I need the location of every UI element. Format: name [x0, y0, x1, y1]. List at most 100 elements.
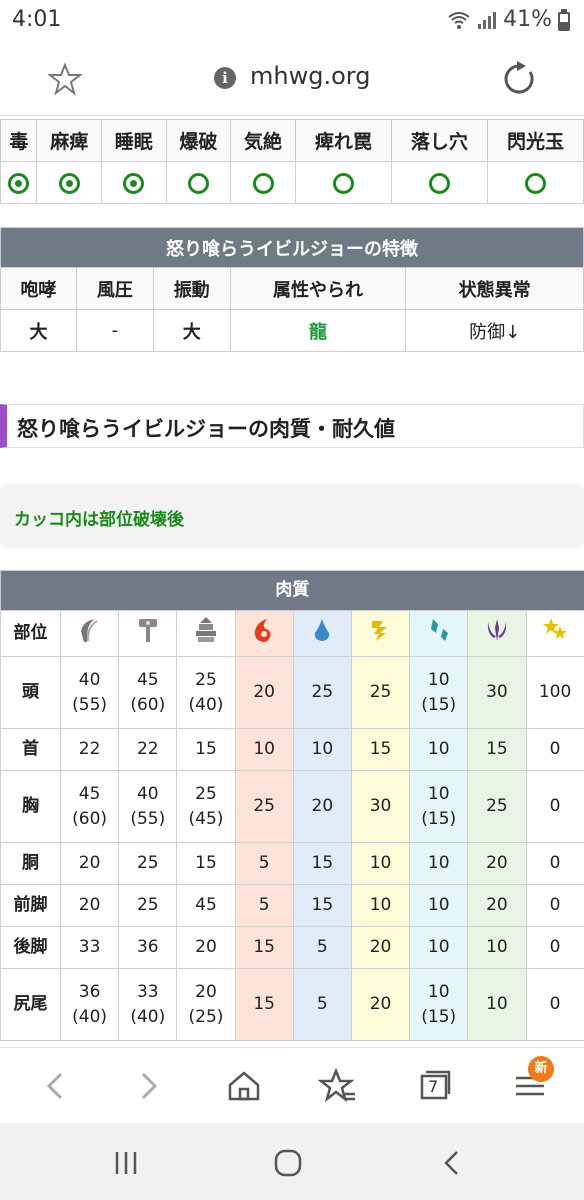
- note-text: カッコ内は部位破壊後: [14, 510, 184, 530]
- hitzone-cell: 0: [525, 770, 584, 843]
- part-name: 前脚: [0, 884, 61, 927]
- hitzone-cell: 30: [350, 770, 411, 843]
- hitzone-value: 25: [369, 682, 392, 702]
- hitzone-cell: 15: [292, 884, 352, 927]
- hitzone-cell: 5: [234, 842, 294, 885]
- hitzone-cell: 40 (55): [59, 656, 120, 729]
- hitzone-cell: 36: [118, 926, 178, 969]
- hitzone-value: 0: [549, 739, 561, 759]
- back-icon[interactable]: [36, 1066, 76, 1106]
- feature-header: 咆哮: [0, 267, 77, 310]
- hitzone-value: 25: [136, 895, 159, 915]
- address-bar: i mhwg.org: [0, 40, 584, 116]
- hitzone-cell: 0: [525, 926, 584, 969]
- hitzone-value: 15: [369, 739, 392, 759]
- hitzone-cell: 10 (15): [409, 770, 469, 843]
- hitzone-cell: 20 (25): [176, 968, 236, 1041]
- hitzone-value: 10: [427, 853, 450, 873]
- hitzone-cell: 20: [234, 656, 294, 729]
- feature-value: 大: [0, 309, 77, 352]
- hitzone-value-broken: (60): [72, 808, 108, 829]
- hitzone-value: 25: [195, 783, 217, 804]
- stun-icon: [543, 617, 568, 639]
- system-nav-bar: [0, 1123, 584, 1200]
- hitzone-cell: 0: [525, 842, 584, 885]
- features-header-row: 咆哮 風圧 振動 属性やられ 状態異常: [0, 267, 584, 310]
- hitzone-cell: 20: [59, 884, 120, 927]
- hitzone-value-broken: (60): [130, 694, 166, 715]
- hitzone-cell: 5: [292, 926, 352, 969]
- hitzone-value: 30: [369, 796, 392, 816]
- hitzone-value: 5: [316, 937, 328, 957]
- hitzone-cell: 20: [467, 842, 527, 885]
- circle-icon: [524, 172, 546, 194]
- hitzone-value-broken: (40): [72, 1006, 108, 1027]
- section-heading: 怒り喰らうイビルジョーの肉質・耐久値: [0, 404, 584, 448]
- hitzone-value: 15: [253, 994, 275, 1014]
- hitzone-value: 25: [253, 796, 275, 816]
- system-back-icon[interactable]: [436, 1147, 468, 1179]
- hitzone-cell: 22: [59, 728, 120, 771]
- home-icon[interactable]: [224, 1066, 264, 1106]
- hitzone-cell: 20: [59, 842, 120, 885]
- hitzone-value: 15: [195, 739, 217, 759]
- hitzone-value: 10: [311, 739, 334, 759]
- recent-apps-icon[interactable]: [110, 1147, 142, 1179]
- hitzone-cell: 40 (55): [118, 770, 178, 843]
- hitzone-cell: 20: [350, 968, 411, 1041]
- table-row: 頭 40 (55) 45 (60) 25 (40) 20 25 25 10 (15) 30 100: [0, 656, 584, 729]
- feature-header: 風圧: [75, 267, 154, 310]
- hitzone-value: 45: [195, 895, 217, 915]
- hitzone-cell: 100: [525, 656, 584, 729]
- feature-header: 振動: [152, 267, 231, 310]
- ice-icon: [430, 618, 448, 641]
- forward-icon[interactable]: [128, 1066, 168, 1106]
- hitzone-value: 0: [549, 937, 561, 957]
- url-text[interactable]: mhwg.org: [250, 62, 370, 90]
- hitzone-value: 20: [369, 937, 392, 957]
- blunt-icon: [138, 618, 157, 642]
- hitzone-value: 15: [195, 853, 217, 873]
- hitzone-value: 10: [486, 937, 508, 957]
- part-name: 胸: [0, 770, 61, 843]
- home-button-icon[interactable]: [272, 1147, 304, 1179]
- hitzone-cell: 5: [234, 884, 294, 927]
- signal-icon: [478, 11, 497, 29]
- table-row: 尻尾 36 (40) 33 (40) 20 (25) 15 5 20 10 (15) 10 0: [0, 968, 584, 1041]
- hitzone-cell: 25: [350, 656, 411, 729]
- hitzone-cell: 25: [467, 770, 527, 843]
- hitzone-cell: 25 (40): [176, 656, 236, 729]
- ailment-value-row: [0, 161, 584, 204]
- hitzone-value: 25: [195, 669, 217, 690]
- hitzone-value: 10: [427, 669, 450, 690]
- hitzone-cell: 0: [525, 728, 584, 771]
- hitzone-cell: 30: [467, 656, 527, 729]
- site-info-icon[interactable]: i: [214, 67, 236, 89]
- table-row: 前脚 20 25 45 5 15 10 10 20 0: [0, 884, 584, 927]
- hitzone-value: 15: [311, 853, 334, 873]
- hitzone-cell: 33: [59, 926, 120, 969]
- wifi-icon: [448, 11, 470, 29]
- hitzone-value: 5: [258, 853, 270, 873]
- ailment-table: 毒 麻痺 睡眠 爆破 気絶 痺れ罠 落し穴 閃光玉: [0, 119, 584, 204]
- hitzone-value: 40: [78, 669, 101, 690]
- hitzone-value: 22: [136, 739, 159, 759]
- hitzone-value: 20: [369, 994, 392, 1014]
- hitzone-cell: 25: [118, 842, 178, 885]
- hitzone-value: 15: [311, 895, 334, 915]
- tabs-button[interactable]: 7: [414, 1066, 454, 1106]
- circle-icon: [187, 172, 209, 194]
- bookmarks-icon[interactable]: [318, 1066, 358, 1106]
- status-indicators: 41%: [447, 7, 570, 32]
- hitzone-value: 33: [78, 937, 101, 957]
- hitzone-value: 20: [195, 937, 217, 957]
- hitzone-value-broken: (45): [188, 808, 224, 829]
- reload-icon[interactable]: [500, 60, 538, 98]
- hitzone-value-broken: (15): [421, 808, 457, 829]
- hitzone-title: 肉質: [0, 570, 584, 611]
- bookmark-star-icon[interactable]: [48, 62, 82, 96]
- ailment-header: 痺れ罠: [294, 119, 392, 162]
- hitzone-value: 20: [486, 853, 508, 873]
- hitzone-cell: 10 (15): [409, 968, 469, 1041]
- hitzone-cell: 25: [118, 884, 178, 927]
